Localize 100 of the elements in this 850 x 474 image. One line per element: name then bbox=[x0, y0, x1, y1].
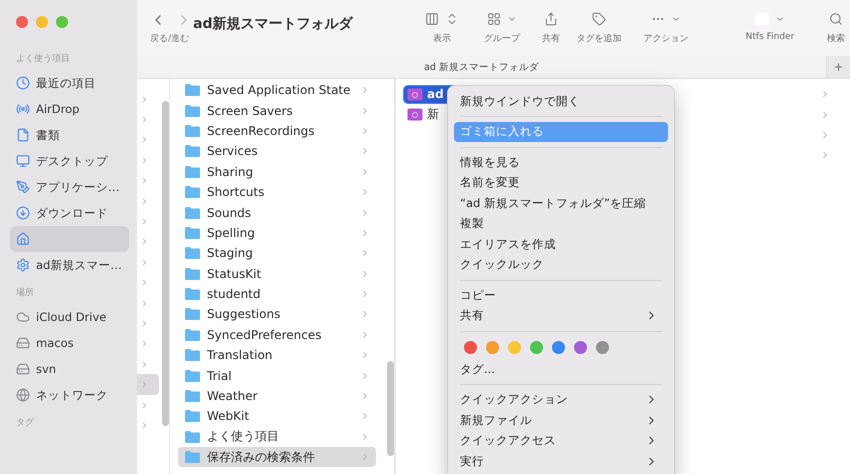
toolbar-label[interactable]: 共有 bbox=[542, 32, 560, 45]
folder-row[interactable]: Saved Application State bbox=[178, 80, 376, 100]
folder-icon bbox=[184, 328, 201, 342]
menu-item[interactable]: 情報を見る bbox=[454, 152, 668, 172]
folder-row[interactable]: Staging bbox=[178, 243, 376, 264]
toolbar-label[interactable]: 表示 bbox=[433, 32, 451, 45]
folder-row[interactable]: Sounds bbox=[178, 202, 376, 223]
document-icon bbox=[16, 128, 30, 142]
gear-icon bbox=[16, 258, 30, 272]
folder-icon bbox=[184, 266, 201, 281]
chevron-icon bbox=[140, 420, 149, 430]
columns-icon[interactable] bbox=[425, 12, 439, 26]
folder-row[interactable]: Sharing bbox=[178, 162, 376, 182]
toolbar-label[interactable]: 検索 bbox=[827, 32, 845, 45]
tag-dot[interactable] bbox=[530, 341, 543, 354]
toolbar-label[interactable]: グループ bbox=[484, 32, 520, 45]
toolbar-label[interactable]: Ntfs Finder bbox=[746, 32, 794, 42]
folder-icon bbox=[184, 104, 201, 118]
sidebar-item[interactable]: iCloud Drive bbox=[10, 304, 129, 330]
sidebar-section-title: タグ bbox=[16, 417, 35, 428]
folder-row[interactable]: StatusKit bbox=[178, 264, 376, 284]
menu-item[interactable]: エイリアスを作成 bbox=[454, 234, 668, 254]
sidebar-item[interactable]: デスクトップ bbox=[10, 148, 129, 174]
sidebar-item[interactable]: ダウンロード bbox=[10, 200, 129, 226]
sidebar-item[interactable]: ネットワーク bbox=[10, 382, 129, 408]
menu-item[interactable]: クイックルック bbox=[454, 254, 668, 275]
window-control[interactable] bbox=[56, 16, 68, 28]
folder-row[interactable]: Translation bbox=[178, 345, 376, 366]
folder-row[interactable]: Suggestions bbox=[178, 304, 376, 325]
tag-icon[interactable] bbox=[592, 12, 606, 26]
tag-dot[interactable] bbox=[464, 341, 477, 354]
folder-row[interactable]: Weather bbox=[178, 386, 376, 406]
folder-row[interactable]: ScreenRecordings bbox=[178, 120, 376, 142]
sidebar-section-title: よく使う項目 bbox=[16, 52, 71, 64]
toolbar-label[interactable]: アクション bbox=[644, 32, 688, 45]
folder-row[interactable]: 保存済みの検索条件 bbox=[178, 447, 376, 468]
sidebar-item[interactable]: svn bbox=[10, 356, 129, 382]
sidebar-item[interactable]: 書類 bbox=[10, 122, 129, 148]
search-icon[interactable] bbox=[829, 12, 843, 26]
folder-row[interactable]: Trial bbox=[178, 365, 376, 386]
menu-item[interactable]: クイックアクセス bbox=[454, 430, 668, 451]
scrollbar[interactable] bbox=[387, 361, 394, 456]
folder-row[interactable]: Services bbox=[178, 141, 376, 162]
globe-icon bbox=[16, 388, 30, 402]
folder-icon bbox=[184, 226, 201, 240]
window-control[interactable] bbox=[36, 16, 48, 28]
menu-item[interactable]: “ad 新規スマートフォルダ”を圧縮 bbox=[454, 193, 668, 214]
folder-row[interactable]: よく使う項目 bbox=[178, 426, 376, 448]
cloud-icon bbox=[16, 310, 30, 324]
folder-icon bbox=[184, 450, 201, 464]
menu-item[interactable]: 複製 bbox=[454, 214, 668, 234]
folder-row[interactable]: WebKit bbox=[178, 406, 376, 427]
folder-icon bbox=[184, 206, 201, 220]
folder-icon bbox=[184, 368, 201, 383]
grid-icon[interactable] bbox=[487, 12, 501, 26]
folder-icon bbox=[184, 287, 201, 302]
folder-row[interactable]: Screen Savers bbox=[178, 100, 376, 121]
menu-item[interactable]: コピー bbox=[454, 285, 668, 306]
sidebar-section-title: 場所 bbox=[16, 286, 35, 298]
chevron-icon bbox=[140, 258, 149, 267]
window-title: ad新規スマートフォルダ bbox=[193, 15, 354, 33]
menu-item[interactable]: 共有 bbox=[454, 306, 668, 326]
sidebar-item[interactable]: アプリケーシ… bbox=[10, 174, 129, 200]
tag-dot[interactable] bbox=[574, 341, 587, 354]
sidebar-item[interactable]: AirDrop bbox=[10, 96, 129, 122]
chevron-icon bbox=[140, 156, 149, 165]
chevron-icon bbox=[140, 360, 149, 369]
sidebar-item[interactable] bbox=[10, 226, 129, 252]
tag-dot[interactable] bbox=[596, 341, 609, 354]
folder-row[interactable]: Shortcuts bbox=[178, 182, 376, 202]
pen-tool-icon bbox=[16, 180, 30, 194]
menu-item[interactable]: クイックアクション bbox=[454, 390, 668, 410]
sidebar-item[interactable]: macos bbox=[10, 330, 129, 356]
share-icon[interactable] bbox=[544, 12, 558, 26]
folder-icon bbox=[184, 348, 201, 362]
folder-icon bbox=[184, 185, 201, 200]
folder-row[interactable]: Spelling bbox=[178, 222, 376, 244]
menu-item[interactable]: タグ... bbox=[454, 359, 668, 380]
nav-label: 戻る/進む bbox=[150, 32, 190, 45]
menu-item[interactable]: 実行 bbox=[454, 451, 668, 472]
folder-icon bbox=[184, 83, 201, 98]
menu-item[interactable]: 新規ファイル bbox=[454, 410, 668, 430]
folder-icon bbox=[184, 124, 201, 138]
sidebar-item[interactable]: ad新規スマー… bbox=[10, 252, 129, 278]
chevron-icon bbox=[140, 380, 149, 390]
column-row[interactable] bbox=[137, 374, 159, 395]
add-tab-button[interactable]: + bbox=[826, 56, 850, 78]
tag-dot[interactable] bbox=[552, 341, 565, 354]
tag-dot[interactable] bbox=[508, 341, 521, 354]
sidebar-item[interactable]: 最近の項目 bbox=[10, 70, 129, 96]
folder-row[interactable]: SyncedPreferences bbox=[178, 324, 376, 346]
toolbar-label[interactable]: タグを追加 bbox=[576, 32, 622, 45]
chevron-icon bbox=[140, 278, 149, 288]
window-control[interactable] bbox=[16, 16, 28, 28]
menu-item[interactable]: 名前を変更 bbox=[454, 172, 668, 193]
tag-dot[interactable] bbox=[486, 341, 499, 354]
folder-row[interactable]: studentd bbox=[178, 284, 376, 304]
scrollbar[interactable] bbox=[162, 101, 169, 426]
drive-icon bbox=[16, 336, 30, 350]
clock-icon bbox=[16, 76, 30, 90]
